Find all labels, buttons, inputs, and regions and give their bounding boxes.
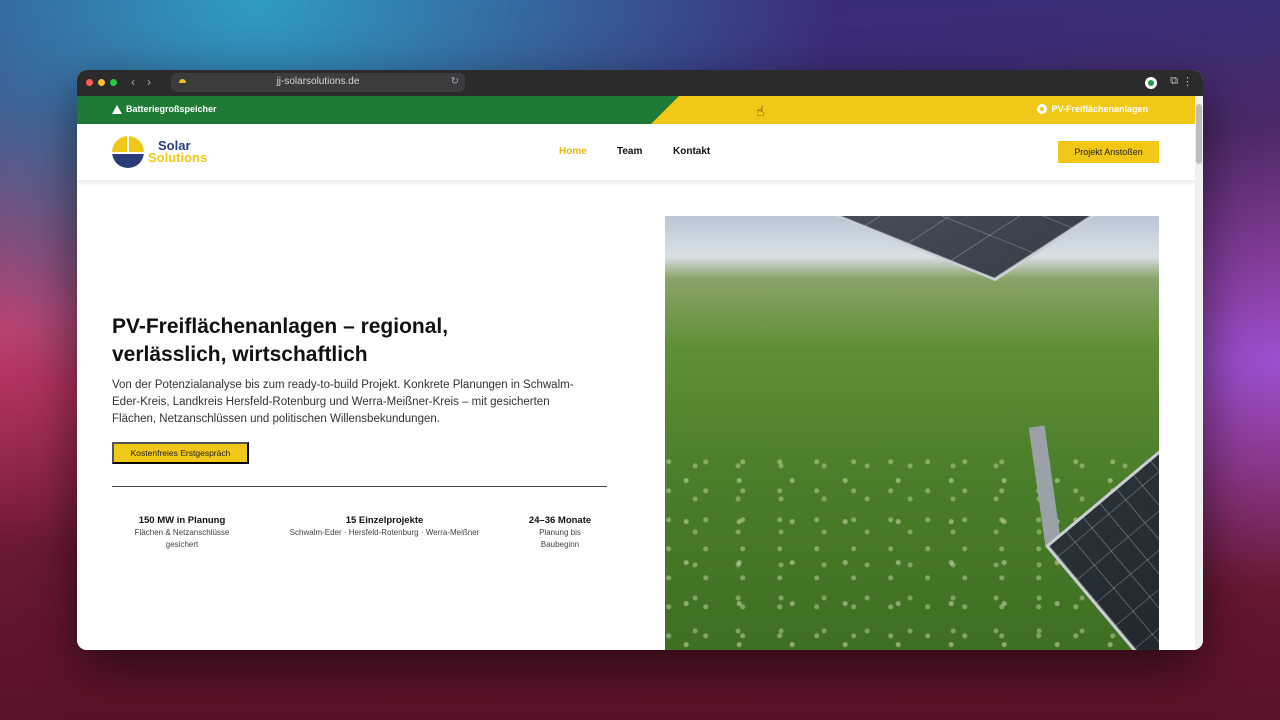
url-text[interactable]: jj-solarsolutions.de bbox=[171, 76, 465, 87]
zoom-window-button[interactable] bbox=[110, 79, 117, 86]
back-icon[interactable]: ‹ bbox=[131, 75, 135, 89]
page-viewport: Batteriegroßspeicher PV-Freiflächenanlag… bbox=[77, 96, 1203, 650]
stat-title: 15 Einzelprojekte bbox=[345, 515, 424, 526]
site-logo[interactable]: Solar Solutions bbox=[112, 136, 207, 168]
page-scrollbar[interactable] bbox=[1195, 96, 1203, 650]
hero-description: Von der Potenzialanalyse bis zum ready-t… bbox=[112, 379, 574, 425]
hand-cursor-icon: ☝ bbox=[756, 103, 765, 119]
segment-switch-bar: Batteriegroßspeicher PV-Freiflächenanlag… bbox=[77, 96, 1195, 124]
projekt-anstossen-button[interactable]: Projekt Anstoßen bbox=[1058, 141, 1159, 163]
stats-divider bbox=[112, 486, 607, 487]
browser-toolbar: ‹ › jj-solarsolutions.de ↻ ⧉ ⋮ bbox=[77, 70, 1203, 96]
nav-item-home[interactable]: Home bbox=[559, 146, 587, 157]
stat-item: 15 Einzelprojekte Schwalm-Eder · Hersfel… bbox=[287, 515, 482, 539]
segment-link-pv[interactable]: PV-Freiflächenanlagen bbox=[1037, 104, 1148, 114]
nav-item-kontakt[interactable]: Kontakt bbox=[673, 146, 710, 157]
stat-item: 24–36 Monate Planung bis Baubeginn bbox=[520, 515, 600, 551]
nav-item-team[interactable]: Team bbox=[617, 146, 642, 157]
logo-text-solutions: Solutions bbox=[148, 150, 208, 165]
stat-subtitle: Schwalm-Eder · Hersfeld-Rotenburg · Werr… bbox=[289, 528, 480, 537]
solar-panel-row bbox=[735, 216, 1159, 282]
forward-icon[interactable]: › bbox=[147, 75, 151, 89]
close-window-button[interactable] bbox=[86, 79, 93, 86]
segment-label-battery: Batteriegroßspeicher bbox=[126, 104, 217, 114]
scrollbar-thumb[interactable] bbox=[1196, 104, 1202, 164]
browser-menu-icon[interactable]: ⋮ bbox=[1182, 75, 1193, 88]
solar-logo-icon bbox=[112, 136, 144, 168]
warning-triangle-icon bbox=[112, 104, 122, 114]
extension-icon[interactable] bbox=[1145, 77, 1157, 89]
hero-image bbox=[665, 216, 1159, 650]
reload-icon[interactable]: ↻ bbox=[451, 76, 459, 87]
segment-link-battery[interactable]: Batteriegroßspeicher bbox=[112, 104, 217, 114]
sun-icon bbox=[1037, 104, 1048, 114]
browser-window: ‹ › jj-solarsolutions.de ↻ ⧉ ⋮ Batterieg… bbox=[77, 70, 1203, 650]
extensions-puzzle-icon[interactable]: ⧉ bbox=[1170, 75, 1178, 88]
segment-label-pv: PV-Freiflächenanlagen bbox=[1051, 104, 1148, 114]
stat-subtitle: Planung bis Baubeginn bbox=[539, 528, 581, 549]
window-controls bbox=[86, 79, 117, 86]
hero-title: PV-Freiflächenanlagen – regional, verläs… bbox=[112, 315, 449, 366]
stat-title: 24–36 Monate bbox=[528, 515, 592, 526]
kostenfreies-erstgespraech-button[interactable]: Kostenfreies Erstgespräch bbox=[112, 442, 249, 464]
stat-title: 150 MW in Planung bbox=[138, 515, 226, 526]
stat-item: 150 MW in Planung Flächen & Netzanschlüs… bbox=[112, 515, 252, 551]
site-header: Solar Solutions Home Team Kontakt Projek… bbox=[77, 124, 1195, 180]
minimize-window-button[interactable] bbox=[98, 79, 105, 86]
stat-subtitle: Flächen & Netzanschlüsse gesichert bbox=[134, 528, 230, 549]
address-bar[interactable]: jj-solarsolutions.de ↻ bbox=[171, 73, 465, 92]
